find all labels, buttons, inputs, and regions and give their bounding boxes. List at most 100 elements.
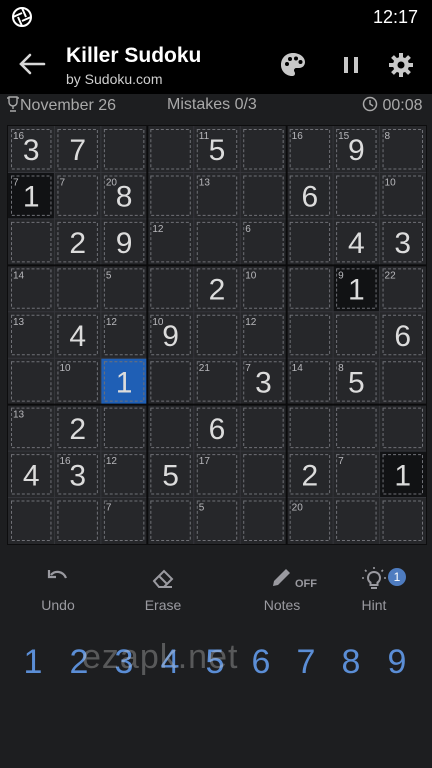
cell-digit: 4 (348, 227, 365, 260)
sudoku-cell[interactable] (147, 172, 194, 219)
sudoku-cell[interactable] (193, 218, 241, 266)
number-key-7[interactable]: 7 (286, 640, 326, 686)
cell-digit: 6 (209, 413, 226, 446)
number-key-8[interactable]: 8 (331, 640, 371, 686)
date-info: November 26 (6, 96, 116, 120)
cage-sum-label: 21 (199, 363, 211, 374)
status-time: 12:17 (372, 7, 418, 27)
cell-digit: 3 (69, 459, 86, 492)
cell-digit: 1 (116, 366, 133, 399)
cell-digit: 3 (255, 366, 272, 399)
timer-value: 00:08 (382, 97, 423, 114)
cage-sum-label: 7 (106, 503, 112, 514)
cell-digit: 7 (69, 134, 86, 167)
number-key-9[interactable]: 9 (377, 640, 417, 686)
aperture-icon (12, 7, 32, 27)
cell-digit: 2 (69, 227, 86, 260)
cage-sum-label: 13 (13, 317, 25, 328)
pencil-icon (273, 569, 290, 586)
sudoku-cell[interactable] (8, 358, 55, 405)
notes-button[interactable]: OFF Notes (242, 566, 322, 620)
timer: 00:08 (362, 96, 423, 120)
sudoku-cell[interactable] (286, 265, 334, 312)
sudoku-cell[interactable] (147, 358, 194, 405)
lightbulb-icon (362, 567, 386, 589)
cell-digit: 4 (69, 320, 86, 353)
cage-sum-label: 5 (106, 270, 112, 281)
sudoku-cell[interactable] (286, 404, 334, 452)
cage-sum-label: 16 (292, 131, 304, 142)
cage-sum-label: 14 (13, 270, 25, 281)
undo-icon (47, 570, 68, 579)
cage-sum-label: 5 (199, 503, 205, 514)
sudoku-cell[interactable] (193, 311, 241, 359)
sudoku-cell[interactable] (240, 172, 287, 219)
cage-sum-label: 20 (292, 503, 304, 514)
sudoku-cell[interactable] (147, 404, 194, 452)
notes-label: Notes (263, 597, 301, 613)
cell-digit: 9 (162, 320, 179, 353)
pause-icon[interactable] (336, 50, 366, 80)
cell-digit: 2 (302, 459, 319, 492)
sudoku-cell[interactable] (240, 404, 287, 452)
undo-label: Undo (41, 597, 75, 613)
erase-button[interactable]: Erase (123, 566, 203, 620)
app-bar: Killer Sudoku by Sudoku.com (0, 34, 432, 94)
trophy-icon (7, 96, 19, 112)
gear-icon[interactable] (386, 50, 416, 80)
cell-digit: 1 (23, 181, 40, 214)
cage-sum-label: 7 (338, 456, 344, 467)
sudoku-cell[interactable] (379, 497, 426, 544)
cage-sum-label: 17 (199, 456, 211, 467)
cell-digit: 5 (209, 134, 226, 167)
cell-digit: 3 (394, 227, 411, 260)
sudoku-cell[interactable] (147, 126, 194, 173)
cage-sum-label: 10 (245, 270, 257, 281)
sudoku-cell[interactable] (286, 311, 334, 359)
sudoku-cell[interactable] (100, 126, 148, 173)
cage-sum-label: 14 (292, 363, 304, 374)
cell-digit: 5 (348, 366, 365, 399)
sudoku-cell[interactable] (240, 451, 287, 498)
undo-button[interactable]: Undo (18, 566, 98, 620)
cell-digit: 8 (116, 181, 133, 214)
sudoku-cell[interactable] (379, 404, 426, 452)
sudoku-cell[interactable] (379, 358, 426, 405)
mistakes-label: Mistakes 0/3 (167, 96, 257, 113)
board-grid: 16 11 16 15 87 7 20 13 1012 614 5 10 9 2213 12 10 1210 21… (8, 126, 426, 544)
sudoku-cell[interactable] (8, 218, 55, 266)
cage-sum-label: 7 (59, 177, 65, 188)
hint-button[interactable]: 1 Hint (334, 566, 414, 620)
sudoku-cell[interactable] (333, 311, 380, 359)
sudoku-cell[interactable] (240, 126, 287, 173)
sudoku-cell[interactable] (8, 497, 55, 544)
cage-sum-label: 22 (385, 270, 397, 281)
page-title: Killer Sudoku (66, 44, 202, 67)
cell-digit: 5 (162, 459, 179, 492)
notes-state: OFF (295, 578, 317, 590)
cage-sum-label: 13 (199, 177, 211, 188)
sudoku-cell[interactable] (333, 497, 380, 544)
sudoku-cell[interactable] (147, 497, 194, 544)
status-bar: 12:17 (0, 0, 432, 34)
palette-icon[interactable] (278, 50, 308, 80)
cage-sum-label: 8 (385, 131, 391, 142)
sudoku-cell[interactable] (147, 265, 194, 312)
cage-sum-label: 9 (338, 270, 344, 281)
back-arrow-icon[interactable] (14, 48, 50, 80)
cell-digit: 3 (23, 134, 40, 167)
sudoku-cell[interactable] (333, 404, 380, 452)
cage-sum-label: 12 (106, 456, 118, 467)
sudoku-cell[interactable] (54, 497, 101, 544)
cell-digit: 6 (302, 181, 319, 214)
number-key-1[interactable]: 1 (13, 640, 53, 686)
sudoku-cell[interactable] (240, 497, 287, 544)
cage-sum-label: 12 (152, 224, 164, 235)
cage-sum-label: 10 (59, 363, 71, 374)
sudoku-board: 16 11 16 15 8 7 7 20 13 10 12 6 14 5 10 9 22 13 12 10 12 10 21… (7, 125, 427, 545)
sudoku-cell[interactable] (54, 265, 101, 312)
sudoku-cell[interactable] (100, 404, 148, 452)
sudoku-cell[interactable] (333, 172, 380, 219)
cage-sum-label: 6 (245, 224, 251, 235)
sudoku-cell[interactable] (286, 218, 334, 266)
